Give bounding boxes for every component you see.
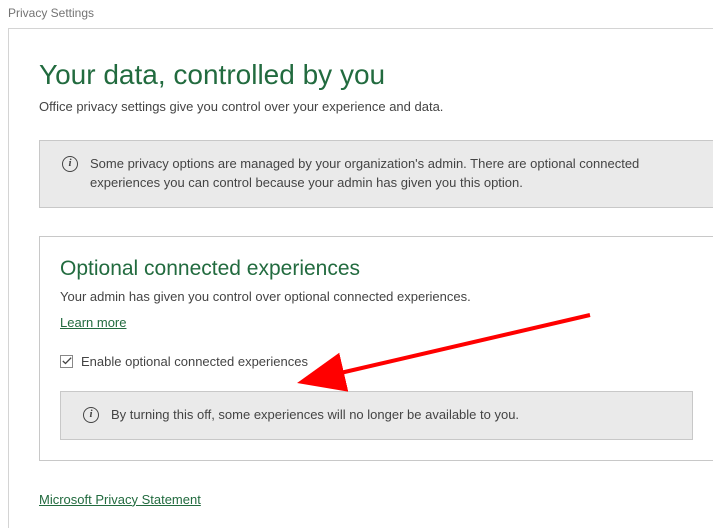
enable-optional-checkbox-row[interactable]: Enable optional connected experiences (60, 354, 693, 369)
content-pane: Your data, controlled by you Office priv… (8, 28, 713, 528)
ms-privacy-statement-link[interactable]: Microsoft Privacy Statement (39, 492, 201, 507)
optional-experiences-panel: Optional connected experiences Your admi… (39, 236, 713, 461)
optional-desc: Your admin has given you control over op… (60, 289, 693, 304)
off-note-banner: i By turning this off, some experiences … (60, 391, 693, 440)
page-subtitle: Office privacy settings give you control… (39, 99, 713, 114)
window-title: Privacy Settings (0, 0, 713, 28)
info-icon: i (83, 407, 99, 423)
page-title: Your data, controlled by you (39, 59, 713, 91)
optional-heading: Optional connected experiences (60, 257, 693, 281)
check-icon (62, 356, 72, 366)
admin-banner: i Some privacy options are managed by yo… (39, 140, 713, 208)
learn-more-link[interactable]: Learn more (60, 315, 126, 330)
enable-optional-label: Enable optional connected experiences (81, 354, 308, 369)
info-icon: i (62, 156, 78, 172)
admin-banner-text: Some privacy options are managed by your… (90, 155, 699, 193)
off-note-text: By turning this off, some experiences wi… (111, 406, 519, 425)
enable-optional-checkbox[interactable] (60, 355, 73, 368)
